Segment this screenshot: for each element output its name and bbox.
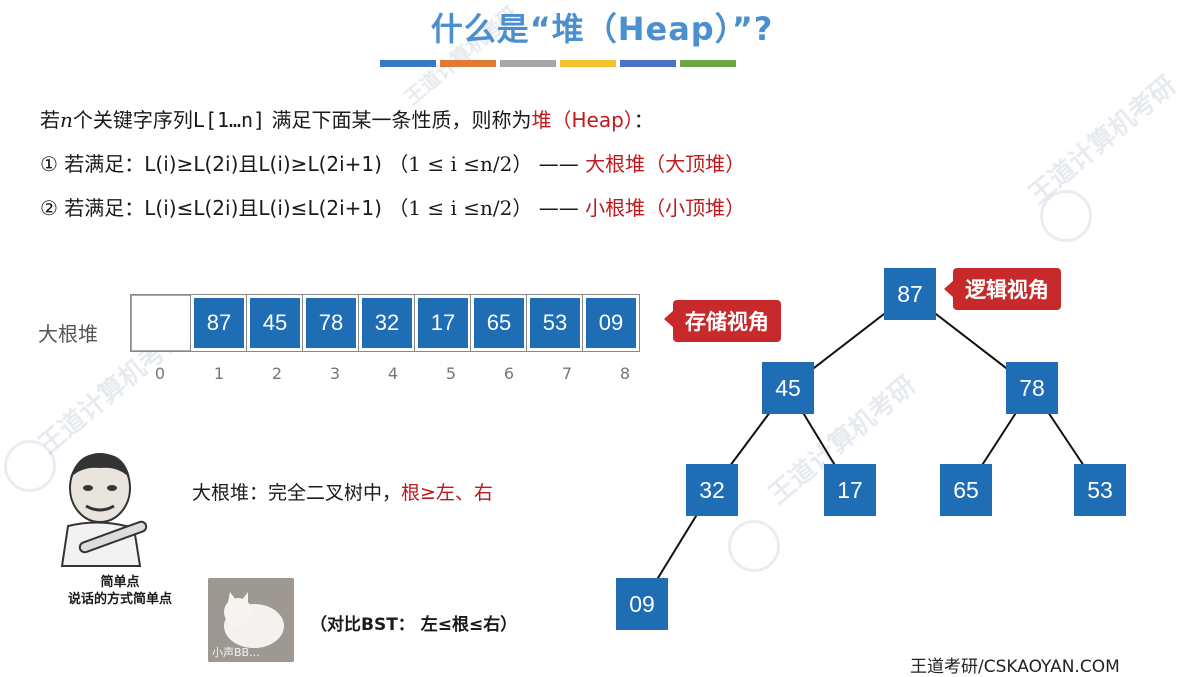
cat-caption: 小声BB... [212, 646, 260, 659]
tree-node: 09 [616, 578, 668, 630]
tree-node: 17 [824, 464, 876, 516]
tree-node: 78 [1006, 362, 1058, 414]
max-heap-note-prefix: 大根堆：完全二叉树中， [192, 482, 402, 504]
max-heap-note: 大根堆：完全二叉树中，根≥左、右 [192, 478, 493, 505]
bst-compare-note: （对比BST： 左≤根≤右） [310, 615, 518, 635]
tree-node: 45 [762, 362, 814, 414]
meme-caption: 简单点 说话的方式简单点 [60, 574, 180, 608]
tree-edges [641, 293, 1101, 605]
max-heap-note-rule: 根≥左、右 [401, 482, 493, 504]
meme-face-image [60, 453, 148, 567]
footer-brand: 王道考研/CSKAOYAN.COM [910, 657, 1120, 677]
meme-caption-line1: 简单点 [100, 575, 140, 590]
meme-caption-line2: 说话的方式简单点 [67, 592, 172, 607]
tree-node: 53 [1074, 464, 1126, 516]
tree-node: 87 [884, 268, 936, 320]
cat-photo: 小声BB... [208, 578, 294, 662]
tree-node: 65 [940, 464, 992, 516]
tree-node: 32 [686, 464, 738, 516]
logic-view-tag: 逻辑视角 [953, 268, 1061, 310]
